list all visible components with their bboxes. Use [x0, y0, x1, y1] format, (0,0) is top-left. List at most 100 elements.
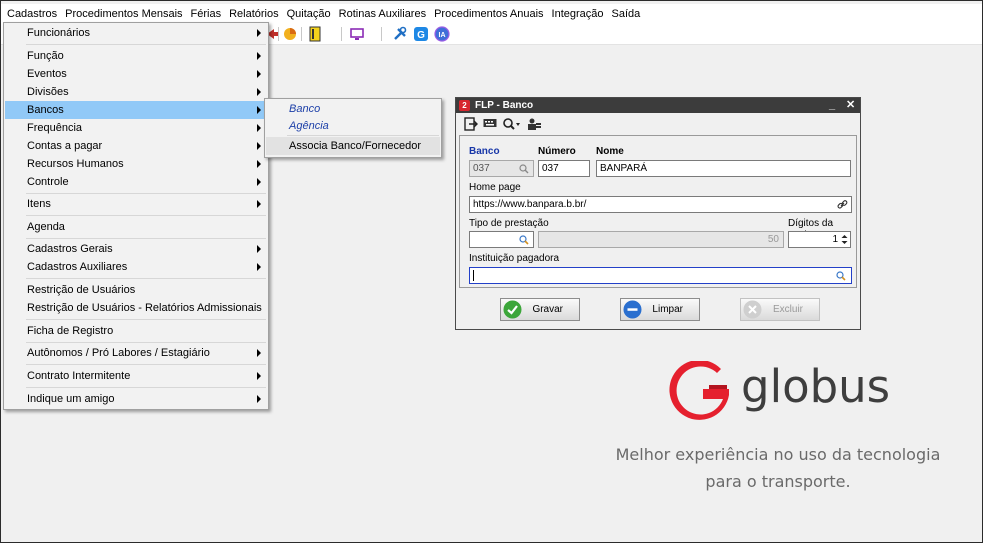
- cadastros-menu: Funcionários Função Eventos Divisões Ban…: [3, 22, 269, 410]
- menu-item-contas-a-pagar[interactable]: Contas a pagar: [5, 137, 267, 155]
- text-cursor: [473, 270, 474, 281]
- keyboard-icon[interactable]: [483, 118, 497, 130]
- submenu-arrow-icon: [257, 52, 261, 60]
- menu-item-funcionarios[interactable]: Funcionários: [5, 24, 267, 42]
- menu-item-label: Função: [27, 50, 64, 62]
- menu-item-autonomos[interactable]: Autônomos / Pró Labores / Estagiário: [5, 344, 267, 362]
- menu-item-label: Agenda: [27, 221, 65, 233]
- home-page-field[interactable]: https://www.banpara.b.br/: [469, 196, 852, 213]
- limpar-button[interactable]: Limpar: [620, 298, 700, 321]
- menu-item-cadastros-gerais[interactable]: Cadastros Gerais: [5, 240, 267, 258]
- tagline-line1: Melhor experiência no uso da tecnologia: [615, 445, 941, 464]
- menu-item-frequencia[interactable]: Frequência: [5, 119, 267, 137]
- submenu-arrow-icon: [257, 29, 261, 37]
- flp-footer: Gravar Limpar Excluir: [457, 291, 859, 328]
- menu-separator: [26, 238, 266, 239]
- excluir-button[interactable]: Excluir: [740, 298, 820, 321]
- submenu-arrow-icon: [257, 124, 261, 132]
- menu-item-ficha-registro[interactable]: Ficha de Registro: [5, 322, 267, 340]
- flp-window-title: FLP - Banco: [475, 100, 534, 111]
- monitor-icon[interactable]: [349, 26, 365, 42]
- menu-item-label: Restrição de Usuários - Relatórios Admis…: [27, 302, 262, 314]
- flp-title-bar[interactable]: 2 FLP - Banco _ ✕: [456, 98, 860, 113]
- menu-item-recursos-humanos[interactable]: Recursos Humanos: [5, 155, 267, 173]
- flp-banco-window: 2 FLP - Banco _ ✕ Banco Número Nome 037 …: [455, 97, 861, 330]
- menu-ferias[interactable]: Férias: [187, 5, 226, 23]
- menu-item-eventos[interactable]: Eventos: [5, 65, 267, 83]
- menu-rotinas-auxiliares[interactable]: Rotinas Auxiliares: [335, 5, 430, 23]
- instituicao-pagadora-field[interactable]: [469, 267, 852, 284]
- menu-item-restricao-usuarios[interactable]: Restrição de Usuários: [5, 281, 267, 299]
- menu-saida[interactable]: Saída: [608, 5, 645, 23]
- tools-icon[interactable]: [392, 26, 408, 42]
- ia-icon[interactable]: IA: [434, 26, 450, 42]
- menu-procedimentos-anuais[interactable]: Procedimentos Anuais: [430, 5, 547, 23]
- submenu-item-banco[interactable]: Banco: [266, 100, 440, 118]
- label-home-page: Home page: [469, 182, 521, 193]
- gravar-button[interactable]: Gravar: [500, 298, 580, 321]
- search-icon[interactable]: [519, 235, 529, 245]
- menu-item-indique-amigo[interactable]: Indique um amigo: [5, 390, 267, 408]
- toolbar-separator: [278, 27, 279, 41]
- menu-cadastros[interactable]: Cadastros: [3, 5, 61, 23]
- stepper-arrows-icon[interactable]: [841, 234, 848, 245]
- submenu-arrow-icon: [257, 106, 261, 114]
- tipo-prestacao-desc-field: 50: [538, 231, 784, 248]
- search-dropdown-icon[interactable]: [502, 117, 520, 131]
- submenu-item-associa-banco-fornecedor[interactable]: Associa Banco/Fornecedor: [266, 137, 440, 155]
- toolbar-separator: [381, 27, 382, 41]
- menu-item-funcao[interactable]: Função: [5, 47, 267, 65]
- menu-item-bancos[interactable]: Bancos: [5, 101, 267, 119]
- menu-item-label: Ficha de Registro: [27, 325, 114, 337]
- menu-separator: [26, 342, 266, 343]
- menu-item-divisoes[interactable]: Divisões: [5, 83, 267, 101]
- menu-separator: [26, 215, 266, 216]
- exit-icon[interactable]: [464, 117, 478, 131]
- numero-field[interactable]: 037: [538, 160, 590, 177]
- menu-item-label: Funcionários: [27, 27, 90, 39]
- menu-item-label: Eventos: [27, 68, 67, 80]
- book-icon[interactable]: [307, 26, 323, 42]
- submenu-arrow-icon: [257, 70, 261, 78]
- bancos-submenu: Banco Agência Associa Banco/Fornecedor: [264, 98, 442, 158]
- pie-chart-icon[interactable]: [282, 26, 298, 42]
- submenu-arrow-icon: [257, 372, 261, 380]
- svg-text:G: G: [417, 30, 425, 41]
- nome-field[interactable]: BANPARÁ: [596, 160, 851, 177]
- menu-quitacao[interactable]: Quitação: [283, 5, 335, 23]
- menu-item-contrato-intermitente[interactable]: Contrato Intermitente: [5, 367, 267, 385]
- label-nome: Nome: [596, 146, 624, 157]
- globus-wordmark: globus: [741, 360, 891, 413]
- check-icon: [503, 300, 522, 319]
- submenu-item-agencia[interactable]: Agência: [266, 117, 440, 135]
- tipo-prestacao-field[interactable]: [469, 231, 534, 248]
- menu-item-agenda[interactable]: Agenda: [5, 218, 267, 236]
- users-icon[interactable]: [527, 117, 541, 131]
- menu-separator: [26, 364, 266, 365]
- menu-item-itens[interactable]: Itens: [5, 195, 267, 213]
- menu-separator: [26, 319, 266, 320]
- search-icon[interactable]: [836, 271, 846, 281]
- toolbar-separator: [341, 27, 342, 41]
- tagline-line2: para o transporte.: [705, 472, 851, 491]
- submenu-arrow-icon: [257, 160, 261, 168]
- menu-item-label: Contas a pagar: [27, 140, 103, 152]
- label-banco: Banco: [469, 146, 500, 157]
- minimize-button[interactable]: _: [829, 98, 835, 112]
- menu-procedimentos-mensais[interactable]: Procedimentos Mensais: [61, 5, 186, 23]
- menu-integracao[interactable]: Integração: [548, 5, 608, 23]
- flp-toolbar: [457, 114, 859, 134]
- search-icon[interactable]: [519, 164, 529, 174]
- menu-item-cadastros-auxiliares[interactable]: Cadastros Auxiliares: [5, 258, 267, 276]
- flp-form: Banco Número Nome 037 037 BANPARÁ Home p…: [459, 135, 857, 288]
- menu-item-label: Divisões: [27, 86, 69, 98]
- menu-relatorios[interactable]: Relatórios: [225, 5, 283, 23]
- banco-field[interactable]: 037: [469, 160, 534, 177]
- menu-item-restricao-usuarios-relatorios[interactable]: Restrição de Usuários - Relatórios Admis…: [5, 299, 267, 317]
- link-icon[interactable]: [837, 199, 848, 210]
- close-button[interactable]: ✕: [846, 98, 855, 112]
- label-numero: Número: [538, 146, 576, 157]
- menu-item-controle[interactable]: Controle: [5, 173, 267, 191]
- menu-item-label: Bancos: [27, 104, 64, 116]
- globus-g-icon[interactable]: G: [413, 26, 429, 42]
